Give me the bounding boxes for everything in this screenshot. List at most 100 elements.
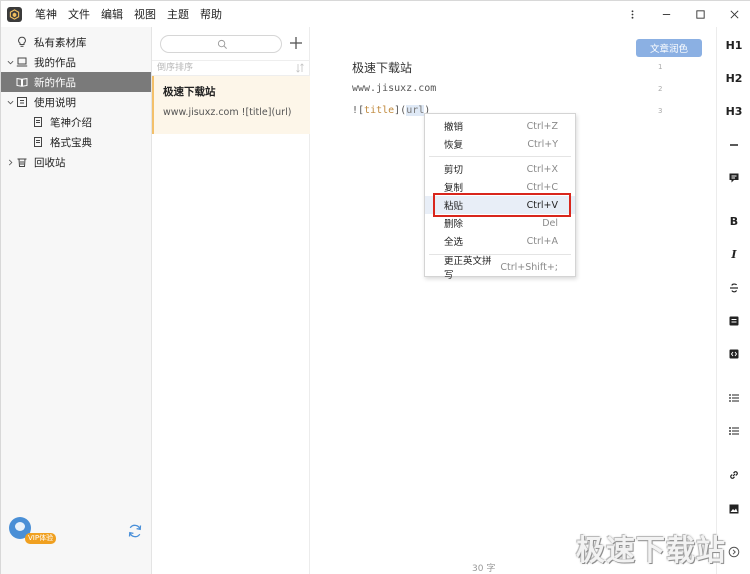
lightbulb-icon bbox=[15, 36, 28, 49]
ctx-shortcut: Ctrl+A bbox=[526, 235, 558, 247]
sidebar-item-label: 我的作品 bbox=[34, 56, 76, 69]
line-number: 3 bbox=[658, 107, 663, 115]
ctx-spellcheck[interactable]: 更正英文拼写 Ctrl+Shift+; bbox=[425, 256, 575, 281]
app-window: 笔神 文件 编辑 视图 主题 帮助 私有素材库 我的作品 新的作品 使用说明 笔… bbox=[0, 0, 750, 574]
heading1-button[interactable]: H1 bbox=[717, 35, 750, 55]
trash-icon bbox=[15, 156, 28, 169]
sidebar-item-format-guide[interactable]: 格式宝典 bbox=[1, 132, 151, 152]
maximize-button[interactable] bbox=[683, 1, 717, 27]
format-toolbar: H1 H2 H3 B I bbox=[716, 27, 750, 574]
sidebar: 私有素材库 我的作品 新的作品 使用说明 笔神介绍 格式宝典 回收站 VIP体验 bbox=[1, 27, 152, 574]
ctx-label: 复制 bbox=[444, 183, 464, 194]
menu-view[interactable]: 视图 bbox=[133, 4, 157, 24]
sort-order-row[interactable]: 倒序排序 bbox=[152, 60, 310, 76]
title-bar: 笔神 文件 编辑 视图 主题 帮助 bbox=[1, 1, 750, 27]
line-number: 1 bbox=[658, 63, 663, 71]
ctx-label: 更正英文拼写 bbox=[444, 256, 492, 281]
minimize-button[interactable] bbox=[649, 1, 683, 27]
doc-title[interactable]: 极速下载站 bbox=[352, 59, 412, 76]
sidebar-item-bishen-intro[interactable]: 笔神介绍 bbox=[1, 112, 151, 132]
note-card[interactable]: 极速下载站 www.jisuxz.com ![title](url) bbox=[152, 76, 310, 134]
ctx-shortcut: Ctrl+Shift+; bbox=[500, 261, 558, 273]
sidebar-item-label: 新的作品 bbox=[34, 76, 76, 89]
ctx-label: 恢复 bbox=[444, 140, 464, 151]
code-block-button[interactable] bbox=[717, 344, 750, 364]
ctx-shortcut: Ctrl+C bbox=[526, 181, 559, 193]
menu-file[interactable]: 文件 bbox=[67, 4, 91, 24]
doc-line-markdown-image[interactable]: ![title](url) bbox=[352, 105, 430, 116]
ctx-shortcut: Ctrl+Z bbox=[526, 120, 558, 132]
link-button[interactable] bbox=[717, 465, 750, 485]
ordered-list-button[interactable] bbox=[717, 421, 750, 441]
more-options-button[interactable] bbox=[615, 1, 649, 27]
highlight-frame bbox=[433, 193, 571, 217]
heading3-button[interactable]: H3 bbox=[717, 101, 750, 121]
horizontal-rule-icon bbox=[730, 144, 738, 146]
ctx-label: 全选 bbox=[444, 237, 464, 248]
minimize-icon bbox=[662, 13, 670, 15]
sidebar-item-private-library[interactable]: 私有素材库 bbox=[1, 32, 151, 52]
strikethrough-button[interactable] bbox=[717, 278, 750, 298]
add-note-button[interactable] bbox=[288, 34, 304, 52]
italic-button[interactable]: I bbox=[717, 244, 750, 264]
search-box[interactable] bbox=[160, 35, 282, 53]
sidebar-item-label: 私有素材库 bbox=[34, 36, 87, 49]
ctx-shortcut: Ctrl+X bbox=[526, 163, 558, 175]
close-button[interactable] bbox=[717, 1, 750, 27]
menu-edit[interactable]: 编辑 bbox=[100, 4, 124, 24]
window-controls bbox=[615, 1, 750, 27]
image-icon bbox=[729, 504, 739, 514]
bold-button[interactable]: B bbox=[717, 211, 750, 231]
ctx-cut[interactable]: 剪切 Ctrl+X bbox=[425, 160, 575, 178]
chevron-down-icon[interactable] bbox=[5, 59, 15, 66]
line-number: 2 bbox=[658, 85, 663, 93]
chevron-right-icon[interactable] bbox=[5, 159, 15, 166]
ctx-shortcut: Ctrl+Y bbox=[527, 138, 558, 150]
sync-icon[interactable] bbox=[127, 523, 143, 539]
note-list-panel: 倒序排序 极速下载站 www.jisuxz.com ![title](url) bbox=[152, 27, 310, 574]
ctx-label: 撤销 bbox=[444, 122, 464, 133]
book-icon bbox=[15, 76, 28, 89]
chevron-down-icon[interactable] bbox=[5, 99, 15, 106]
heading2-button[interactable]: H2 bbox=[717, 68, 750, 88]
code-block-icon bbox=[729, 349, 739, 359]
horizontal-rule-button[interactable] bbox=[717, 135, 750, 155]
image-button[interactable] bbox=[717, 499, 750, 519]
ctx-redo[interactable]: 恢复 Ctrl+Y bbox=[425, 135, 575, 153]
ctx-select-all[interactable]: 全选 Ctrl+A bbox=[425, 232, 575, 250]
close-icon bbox=[730, 10, 738, 18]
vip-badge[interactable]: VIP体验 bbox=[25, 533, 57, 544]
comment-icon bbox=[729, 173, 739, 183]
strikethrough-icon bbox=[730, 283, 738, 293]
editor-panel[interactable]: 文章润色 极速下载站 www.jisuxz.com ![title](url) … bbox=[310, 27, 716, 574]
link-icon bbox=[730, 471, 738, 479]
ctx-label: 删除 bbox=[444, 219, 464, 230]
paragraph-button[interactable] bbox=[717, 311, 750, 331]
doc-line-url[interactable]: www.jisuxz.com bbox=[352, 83, 436, 94]
menu-help[interactable]: 帮助 bbox=[199, 4, 223, 24]
sidebar-item-my-works[interactable]: 我的作品 bbox=[1, 52, 151, 72]
sort-icon[interactable] bbox=[296, 63, 304, 73]
sidebar-item-label: 笔神介绍 bbox=[50, 116, 92, 129]
ctx-shortcut: Del bbox=[542, 217, 558, 229]
ctx-separator bbox=[429, 156, 571, 157]
sidebar-item-label: 格式宝典 bbox=[50, 136, 92, 149]
polish-article-button[interactable]: 文章润色 bbox=[636, 39, 702, 57]
unordered-list-icon bbox=[729, 394, 739, 402]
menu-theme[interactable]: 主题 bbox=[166, 4, 190, 24]
ctx-undo[interactable]: 撤销 Ctrl+Z bbox=[425, 117, 575, 135]
sidebar-item-new-work[interactable]: 新的作品 bbox=[1, 72, 151, 92]
manual-icon bbox=[15, 96, 28, 109]
menu-bishen[interactable]: 笔神 bbox=[34, 4, 58, 24]
sidebar-item-manual[interactable]: 使用说明 bbox=[1, 92, 151, 112]
sidebar-item-trash[interactable]: 回收站 bbox=[1, 152, 151, 172]
ordered-list-icon bbox=[729, 427, 739, 435]
doc-icon bbox=[31, 136, 44, 149]
sidebar-item-label: 回收站 bbox=[34, 156, 66, 169]
watermark: 极速下载站 bbox=[576, 533, 727, 567]
comment-button[interactable] bbox=[717, 168, 750, 188]
doc-icon bbox=[31, 116, 44, 129]
laptop-icon bbox=[15, 56, 28, 69]
note-title: 极速下载站 bbox=[163, 86, 216, 98]
unordered-list-button[interactable] bbox=[717, 388, 750, 408]
